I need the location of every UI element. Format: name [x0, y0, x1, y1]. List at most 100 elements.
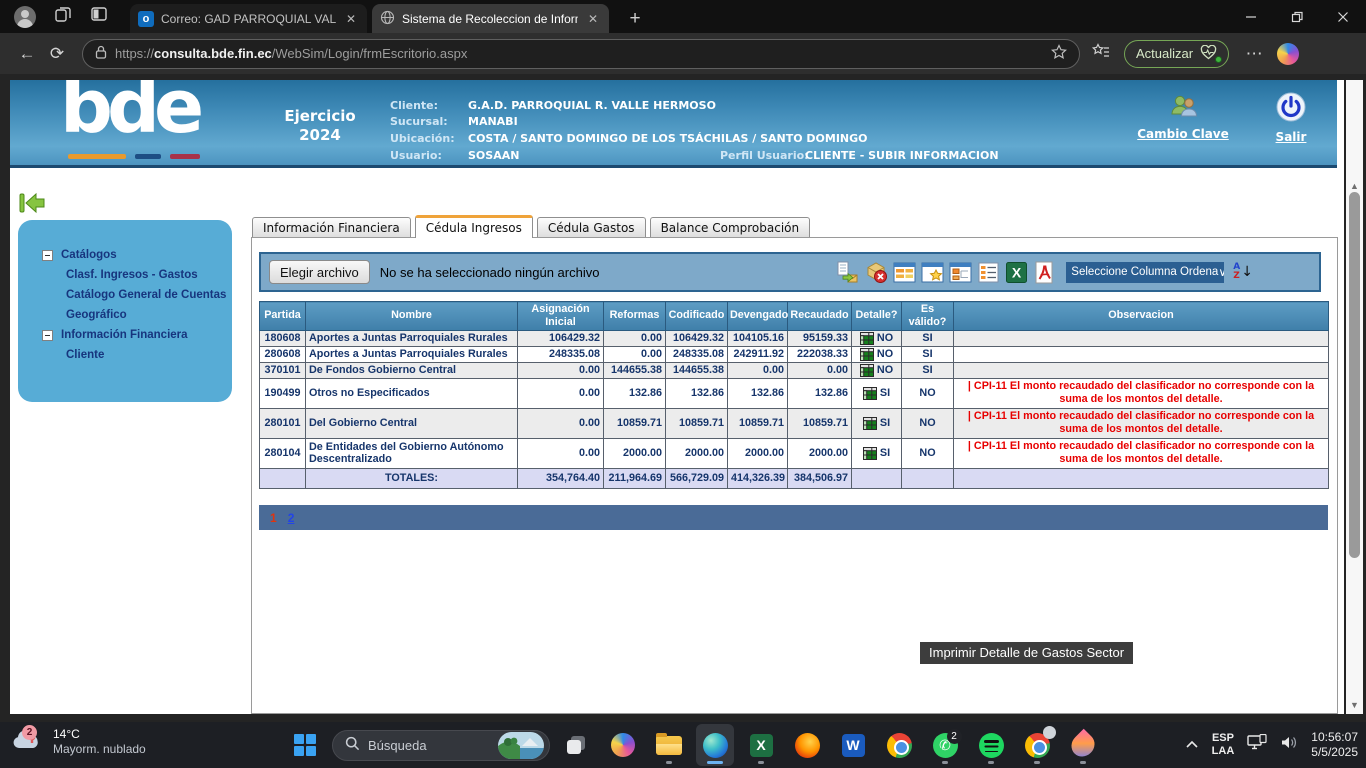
browser-profile-avatar[interactable]	[14, 6, 36, 28]
bookmark-star-icon[interactable]	[1051, 44, 1067, 63]
language-indicator[interactable]: ESPLAA	[1212, 732, 1235, 758]
detail-list-icon[interactable]	[976, 260, 1000, 284]
change-password[interactable]: Cambio Clave	[1128, 94, 1238, 141]
tab-cedula-ingresos[interactable]: Cédula Ingresos	[415, 215, 533, 238]
minimize-window-button[interactable]	[1228, 0, 1274, 33]
copilot-taskbar-button[interactable]	[604, 724, 642, 766]
location-value: COSTA / SANTO DOMINGO DE LOS TSÁCHILAS /…	[468, 132, 868, 145]
tab-balance-comprobacion[interactable]: Balance Comprobación	[650, 217, 811, 237]
new-tab-button[interactable]: +	[622, 6, 648, 32]
close-window-button[interactable]	[1320, 0, 1366, 33]
chrome-profile-button[interactable]	[1018, 724, 1056, 766]
sidebar-group-informacion-financiera[interactable]: Información Financiera	[18, 325, 232, 345]
scrollbar-thumb[interactable]	[1349, 192, 1360, 558]
flame-app-button[interactable]	[1064, 724, 1102, 766]
weather-temp: 14°C	[53, 727, 146, 742]
task-view-button[interactable]	[558, 724, 596, 766]
user-label: Usuario:	[390, 149, 442, 162]
back-button[interactable]: ←	[12, 44, 42, 64]
edge-button[interactable]	[696, 724, 734, 766]
tray-chevron-icon[interactable]	[1185, 736, 1199, 754]
excel-export-icon[interactable]: X	[1004, 260, 1028, 284]
form-window-icon[interactable]	[948, 260, 972, 284]
export-file-icon[interactable]	[836, 260, 860, 284]
update-button-label: Actualizar	[1136, 46, 1193, 61]
table-row: 280104De Entidades del Gobierno Autónomo…	[260, 438, 1329, 468]
scroll-up-icon[interactable]: ▲	[1346, 181, 1363, 191]
bde-logo: bde	[60, 80, 198, 150]
favorites-icon[interactable]	[1092, 42, 1110, 65]
word-button[interactable]: W	[834, 724, 872, 766]
browser-tab-mail[interactable]: o Correo: GAD PARROQUIAL VALLE ✕	[130, 4, 367, 33]
firefox-button[interactable]	[788, 724, 826, 766]
sidebar-item-catalogo-general-cuentas[interactable]: Catálogo General de Cuentas	[18, 285, 232, 305]
browser-tab-app[interactable]: Sistema de Recoleccion de Inform ✕	[372, 4, 609, 33]
change-password-link[interactable]: Cambio Clave	[1137, 127, 1229, 141]
pdf-export-icon[interactable]	[1032, 260, 1056, 284]
detail-grid-icon[interactable]	[860, 364, 874, 376]
sort-column-select[interactable]: Seleccione Columna Ordena ∨	[1066, 262, 1224, 283]
detalle-cell: SI	[852, 438, 902, 468]
restore-window-button[interactable]	[1274, 0, 1320, 33]
weather-widget[interactable]: 2 14°C Mayorm. nublado	[10, 727, 146, 757]
grid-window-icon[interactable]	[892, 260, 916, 284]
partida-cell: 280101	[260, 408, 306, 438]
tab-cedula-gastos[interactable]: Cédula Gastos	[537, 217, 646, 237]
chrome-button[interactable]	[880, 724, 918, 766]
nombre-cell: De Entidades del Gobierno Autónomo Desce…	[306, 438, 518, 468]
detail-grid-icon[interactable]	[860, 348, 874, 360]
delete-package-icon[interactable]	[864, 260, 888, 284]
word-icon: W	[842, 734, 865, 757]
page-scrollbar[interactable]: ▲ ▼	[1346, 80, 1363, 714]
file-explorer-button[interactable]	[650, 724, 688, 766]
search-highlight-image[interactable]	[498, 732, 544, 759]
sidebar-group-catalogos[interactable]: Catálogos	[18, 245, 232, 265]
close-tab-icon[interactable]: ✕	[585, 12, 601, 26]
logout-link[interactable]: Salir	[1276, 130, 1307, 144]
detail-grid-icon[interactable]	[863, 447, 877, 459]
whatsapp-button[interactable]: ✆2	[926, 724, 964, 766]
logout[interactable]: Salir	[1258, 91, 1324, 144]
workspaces-icon[interactable]	[54, 5, 72, 28]
scroll-down-icon[interactable]: ▼	[1346, 700, 1363, 710]
copilot-icon[interactable]	[1277, 43, 1299, 65]
search-box[interactable]: Búsqueda	[332, 730, 550, 761]
address-bar[interactable]: https://consulta.bde.fin.ec/WebSim/Login…	[82, 39, 1080, 69]
network-icon[interactable]	[1247, 734, 1267, 756]
sidebar-item-cliente[interactable]: Cliente	[18, 345, 232, 365]
taskbar: 2 14°C Mayorm. nublado Búsqueda	[0, 722, 1366, 768]
detail-grid-icon[interactable]	[860, 332, 874, 344]
volume-icon[interactable]	[1280, 735, 1298, 755]
clock[interactable]: 10:56:07 5/5/2025	[1311, 730, 1358, 760]
column-header: Reformas	[604, 302, 666, 331]
spotify-button[interactable]	[972, 724, 1010, 766]
new-window-icon[interactable]	[920, 260, 944, 284]
tab-informacion-financiera[interactable]: Información Financiera	[252, 217, 411, 237]
detail-grid-icon[interactable]	[863, 387, 877, 399]
observacion-cell: | CPI-11 El monto recaudado del clasific…	[954, 438, 1329, 468]
excel-button[interactable]: X	[742, 724, 780, 766]
codificado-cell: 2000.00	[666, 438, 728, 468]
totals-value-cell: 211,964.69	[604, 468, 666, 488]
nombre-cell: Aportes a Juntas Parroquiales Rurales	[306, 346, 518, 362]
sidebar-group-label[interactable]: Catálogos	[61, 249, 117, 261]
start-button[interactable]	[286, 724, 324, 766]
choose-file-button[interactable]: Elegir archivo	[269, 260, 370, 284]
sidebar-item-clasf-ingresos-gastos[interactable]: Clasf. Ingresos - Gastos	[18, 265, 232, 285]
sidebar-item-geografico[interactable]: Geográfico	[18, 305, 232, 325]
update-browser-button[interactable]: Actualizar	[1124, 40, 1229, 68]
detail-grid-icon[interactable]	[863, 417, 877, 429]
browser-menu-icon[interactable]: ⋯	[1239, 44, 1269, 64]
partida-cell: 280104	[260, 438, 306, 468]
sort-az-icon[interactable]: AZ↓	[1233, 263, 1253, 281]
collapse-menu-arrow-icon[interactable]	[18, 192, 46, 218]
reformas-cell: 10859.71	[604, 408, 666, 438]
collapse-icon[interactable]	[42, 250, 53, 261]
reformas-cell: 2000.00	[604, 438, 666, 468]
collapse-icon[interactable]	[42, 330, 53, 341]
sidebar-group-label[interactable]: Información Financiera	[61, 329, 188, 341]
tab-layout-icon[interactable]	[90, 5, 108, 28]
close-tab-icon[interactable]: ✕	[343, 12, 359, 26]
refresh-button[interactable]: ⟳	[42, 44, 72, 64]
pagination-page-link[interactable]: 2	[288, 511, 295, 525]
